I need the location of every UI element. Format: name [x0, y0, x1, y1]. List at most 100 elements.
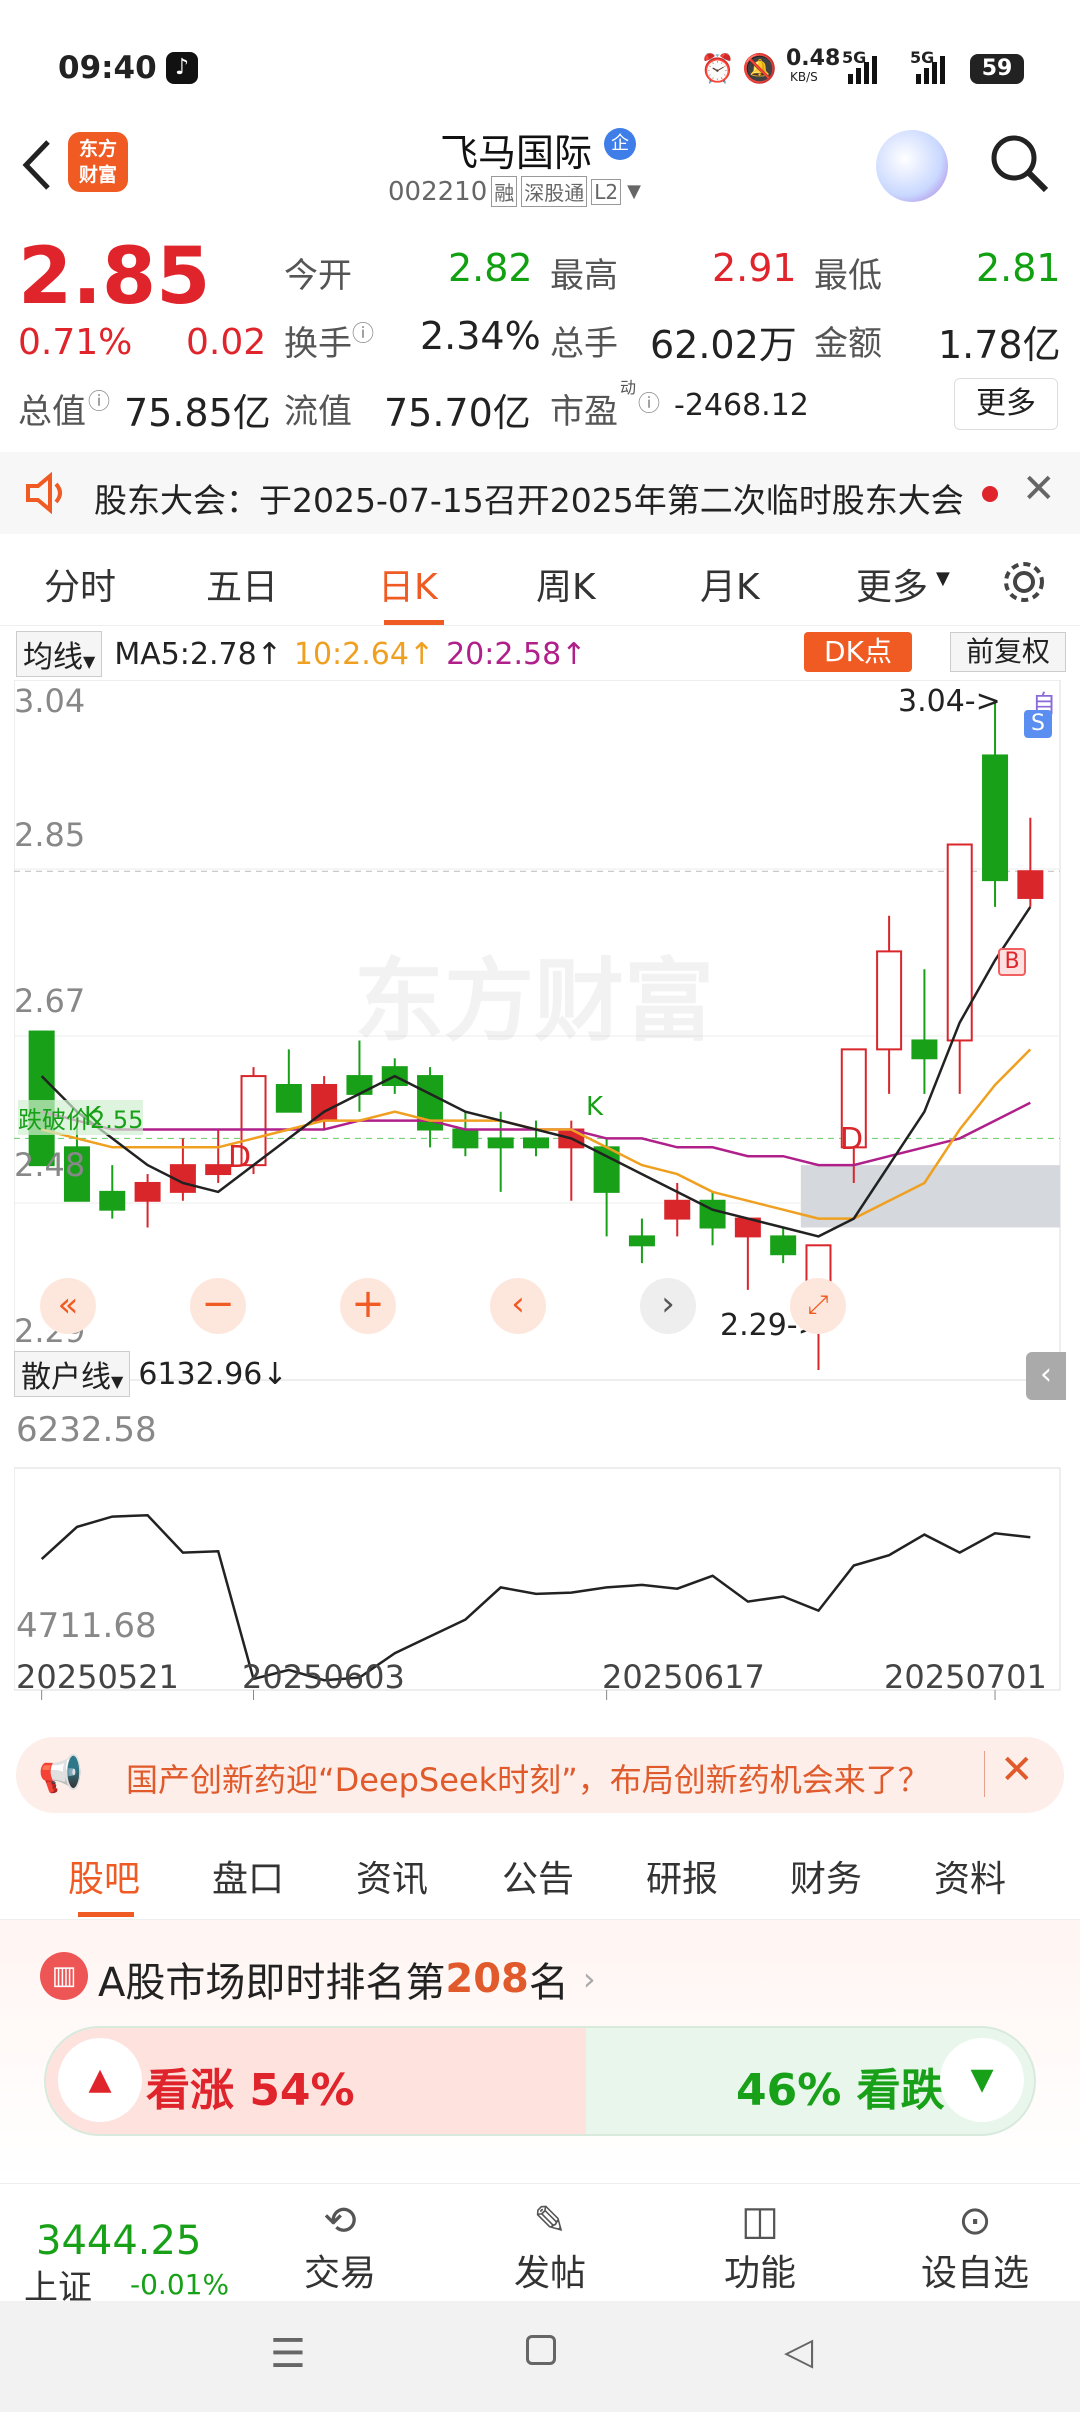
robot-assistant-icon[interactable] [876, 130, 948, 202]
search-icon[interactable] [988, 132, 1052, 196]
candle-body [593, 1146, 620, 1193]
retail-line [40, 1514, 1031, 1682]
app-logo[interactable]: 东方 财富 [68, 132, 128, 192]
buy-marker: B [998, 948, 1026, 976]
stock-code-row[interactable]: 002210 融 深股通 L2 ▼ [388, 176, 641, 207]
next-icon[interactable]: › [640, 1278, 696, 1334]
tab-daily-k[interactable]: 日K [378, 558, 438, 610]
tab-weekly-k[interactable]: 周K [536, 558, 596, 610]
cost-line-label: 跌破价2.55 [18, 1100, 144, 1135]
open-label: 今开 [284, 256, 352, 296]
d-marker-1: D [228, 1140, 252, 1175]
tag-margin: 融 [491, 176, 518, 207]
enterprise-badge: 企 [604, 128, 636, 160]
candle-body [770, 1235, 797, 1256]
tab-forum[interactable]: 股吧 [68, 1850, 140, 1902]
collapse-icon[interactable]: ‹ [1026, 1352, 1066, 1400]
dk-point-button[interactable]: DK点 [804, 632, 912, 672]
trade-button[interactable]: ⟲ 交易 [280, 2198, 400, 2298]
mcap-label: 总值 [18, 392, 86, 432]
index-ticker[interactable]: 3444.25 上证 -0.01% [18, 2208, 238, 2308]
candle-body [911, 1039, 938, 1060]
tab-more[interactable]: 更多 [856, 558, 928, 610]
prev-icon[interactable]: ‹ [490, 1278, 546, 1334]
stock-name[interactable]: 飞马国际 [440, 122, 592, 177]
adjust-button[interactable]: 前复权 [950, 632, 1066, 672]
sub-min-label: 4711.68 [16, 1606, 157, 1646]
change-percent: 0.71% [18, 322, 133, 363]
tab-monthly-k[interactable]: 月K [700, 558, 760, 610]
settings-icon[interactable] [1000, 558, 1048, 606]
k-marker-2: K [586, 1092, 604, 1122]
ma-selector[interactable]: 均线▼ [16, 631, 103, 677]
kline-svg[interactable] [14, 680, 1066, 1720]
post-button[interactable]: ✎ 发帖 [490, 2198, 610, 2298]
turnover-value: 2.34% [420, 314, 541, 358]
indicator-value: 6132.96↓ [138, 1356, 288, 1392]
k-marker-1: K [84, 1102, 102, 1132]
tab-orderbook[interactable]: 盘口 [212, 1850, 284, 1902]
pe-info-icon[interactable]: ⓘ [638, 386, 660, 418]
amount-label: 金额 [814, 324, 882, 364]
logo-line2: 财富 [78, 164, 117, 186]
tab-news[interactable]: 资讯 [356, 1850, 428, 1902]
rewind-icon[interactable]: « [40, 1278, 96, 1334]
zoom-out-icon[interactable]: − [190, 1278, 246, 1334]
bearish-label: 46% 看跌 [736, 2065, 945, 2116]
yen-icon: ⟲ [323, 2198, 357, 2244]
more-button[interactable]: 更多 [954, 378, 1058, 430]
y-label-3: 2.67 [14, 982, 86, 1020]
mcap-info-icon[interactable]: ⓘ [88, 384, 110, 416]
tab-intraday[interactable]: 分时 [44, 558, 116, 610]
info-icon[interactable]: ⓘ [352, 316, 374, 348]
notice-bar[interactable]: 股东大会：于2025-07-15召开2025年第二次临时股东大会 ✕ [0, 452, 1080, 534]
open-value: 2.82 [448, 246, 533, 290]
indicator-selector[interactable]: 散户线▼ [14, 1351, 131, 1397]
menu-icon[interactable]: ☰ [270, 2331, 306, 2377]
logo-line1: 东方 [78, 138, 117, 160]
close-icon[interactable]: ✕ [1022, 466, 1056, 512]
expand-icon[interactable]: ⤢ [790, 1278, 846, 1334]
home-icon[interactable] [526, 2335, 556, 2365]
candle-body [522, 1137, 550, 1149]
tab-announcements[interactable]: 公告 [502, 1850, 574, 1902]
candle-body [275, 1083, 302, 1113]
ma20-label: 20:2.58 [446, 636, 562, 672]
kline-chart[interactable]: 均线▼ MA5:2.78 ↑ 10:2.64 ↑ 20:2.58 ↑ DK点 前复权 … [14, 628, 1066, 1718]
status-time: 09:40 [58, 50, 157, 86]
back-icon[interactable] [18, 138, 54, 192]
d-marker-2: D [840, 1122, 864, 1157]
candle-body [982, 754, 1009, 882]
bullish-button[interactable]: ▲ [58, 2038, 142, 2122]
candle-body [946, 843, 973, 1042]
function-button[interactable]: ◫ 功能 [700, 2198, 820, 2298]
indicator-label: 散户线 [21, 1360, 111, 1395]
y-label-max: 3.04 [14, 682, 86, 720]
tab-five-day[interactable]: 五日 [206, 558, 278, 610]
candle-body [487, 1137, 514, 1149]
banner-divider [984, 1751, 985, 1797]
signal-icon [848, 56, 877, 84]
promo-banner[interactable]: 📢 国产创新药迎“DeepSeek时刻”，布局创新药机会来了？ ✕ [16, 1737, 1064, 1813]
rank-prefix: A股市场即时排名第 [98, 1960, 446, 2006]
tab-profile[interactable]: 资料 [934, 1850, 1006, 1902]
banner-close-icon[interactable]: ✕ [1000, 1747, 1034, 1793]
tab-research[interactable]: 研报 [646, 1850, 718, 1902]
tab-finance[interactable]: 财务 [790, 1850, 862, 1902]
post-label: 发帖 [513, 2253, 586, 2294]
candle-body [628, 1235, 655, 1247]
sentiment-panel: ▥ A股市场即时排名第 208 名 › ▲ 看涨 54% 46% 看跌 ▼ [0, 1920, 1080, 2180]
index-change: -0.01% [130, 2268, 230, 2301]
rank-link[interactable]: A股市场即时排名第 208 名 › [98, 1950, 596, 2008]
tab-underline [384, 620, 444, 625]
bullish-label: 看涨 54% [146, 2065, 355, 2116]
date-label-1: 20250521 [16, 1658, 179, 1696]
low-label: 最低 [814, 256, 882, 296]
add-watchlist-button[interactable]: ⊙ 设自选 [900, 2198, 1050, 2298]
zoom-in-icon[interactable]: + [340, 1278, 396, 1334]
bearish-button[interactable]: ▼ [940, 2038, 1024, 2122]
y-label-4: 2.48 [14, 1146, 86, 1184]
back-nav-icon[interactable]: ◁ [784, 2329, 813, 2373]
high-value: 2.91 [712, 246, 797, 290]
low-value: 2.81 [976, 246, 1061, 290]
